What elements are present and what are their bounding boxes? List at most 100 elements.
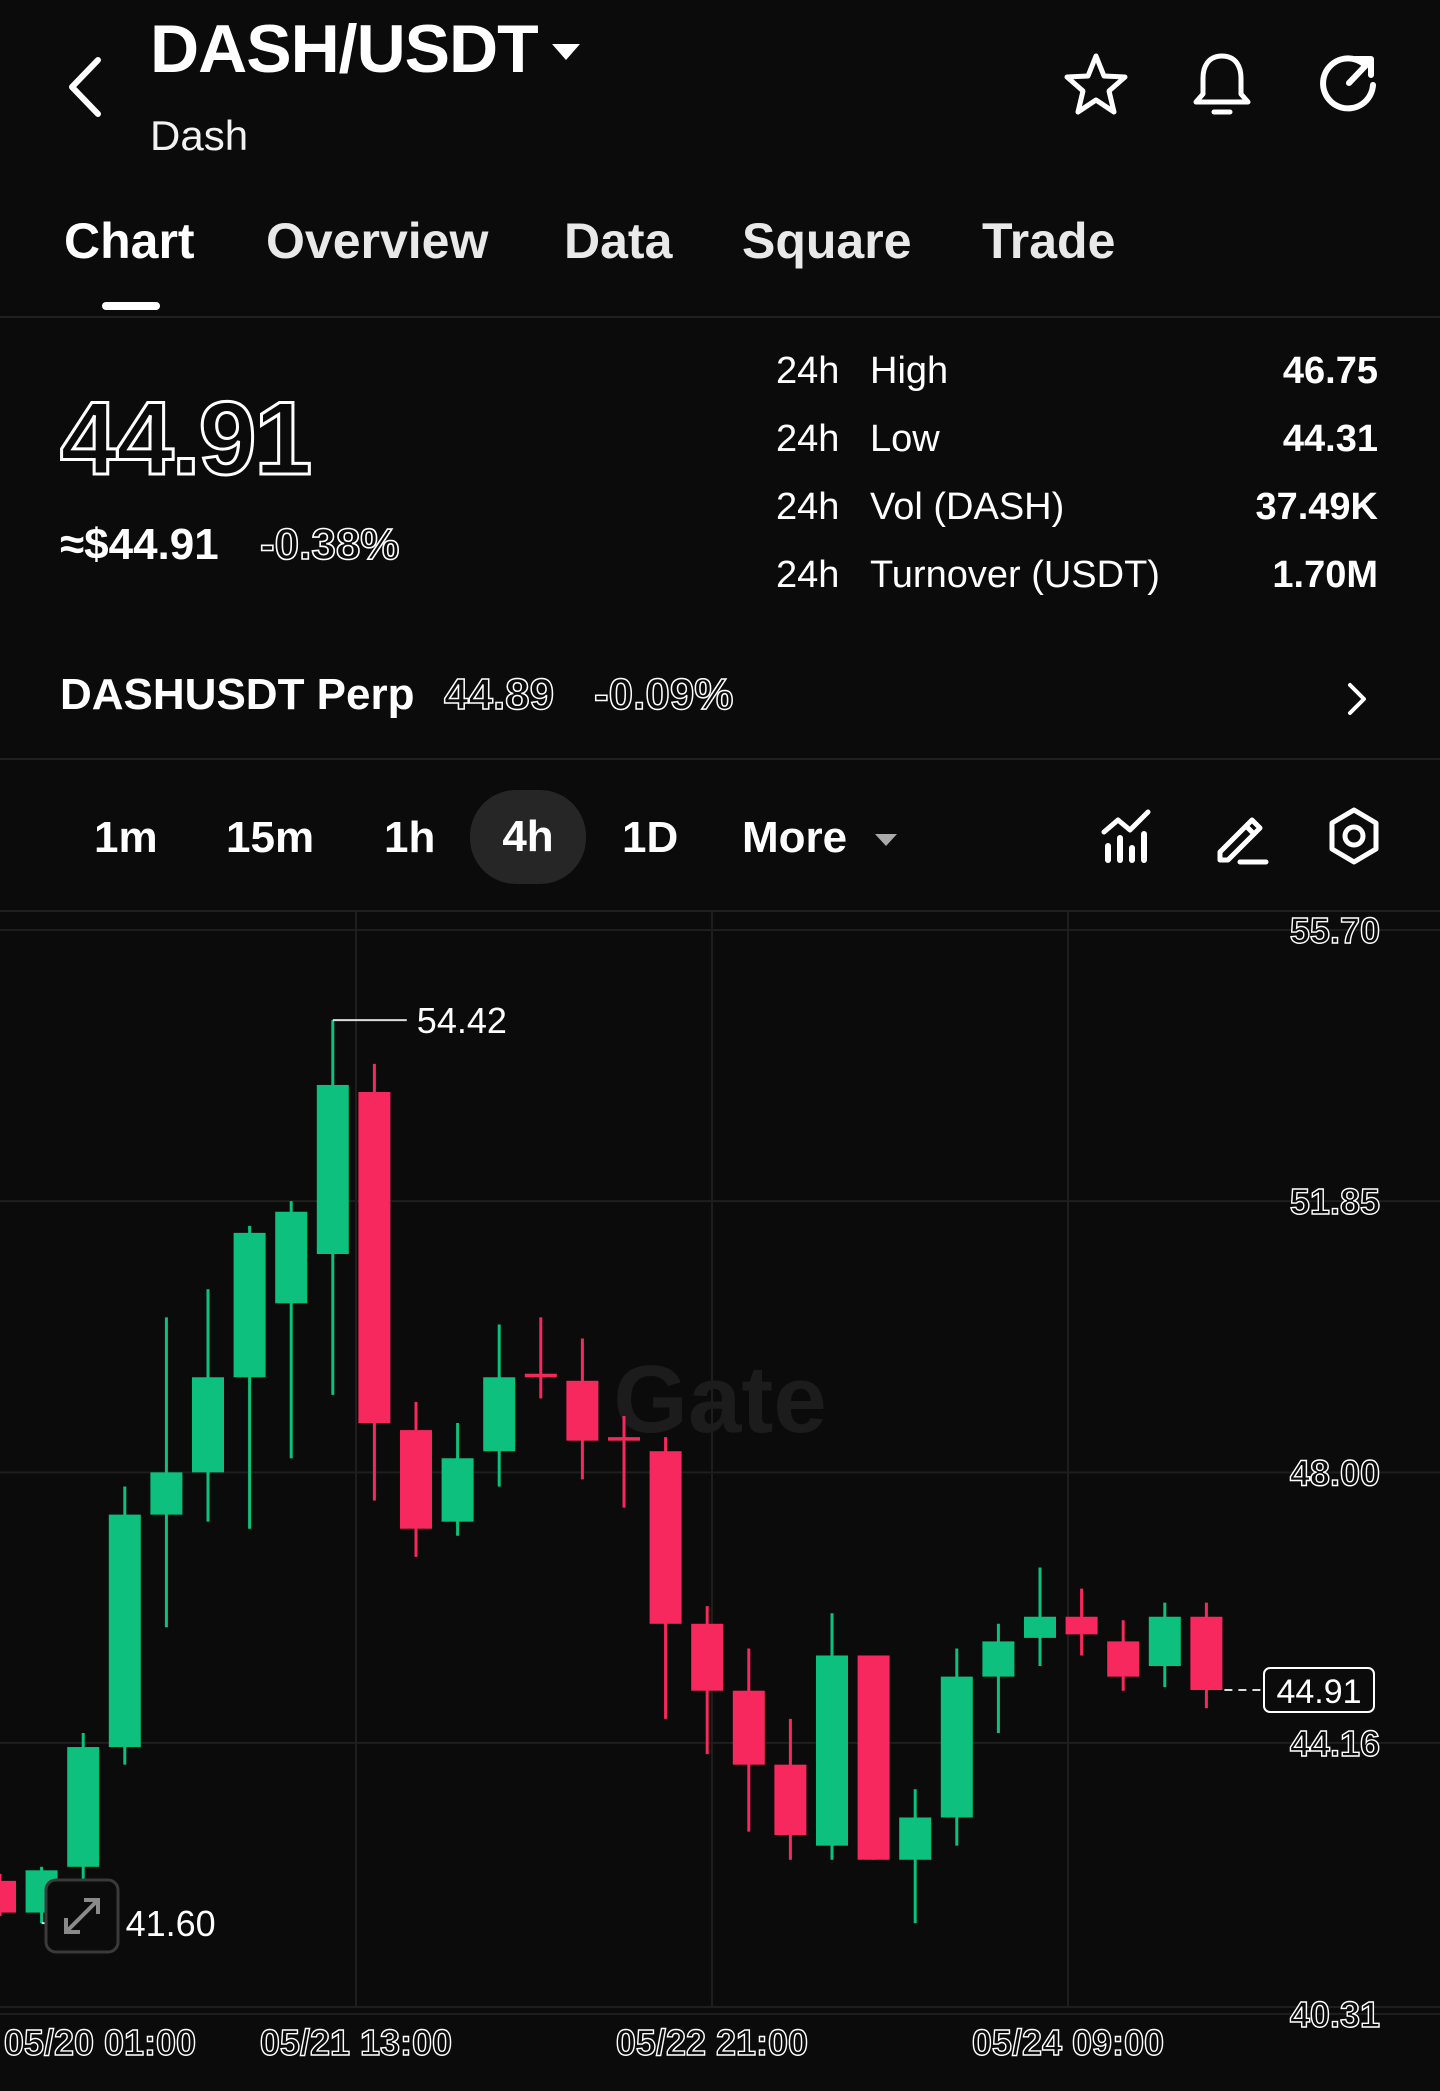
candle — [67, 1732, 100, 1888]
y-tick-label: 51.85 — [1290, 1181, 1380, 1222]
candle — [275, 1201, 308, 1459]
divider — [0, 758, 1440, 760]
candle-body — [233, 1232, 266, 1378]
candle — [649, 1437, 682, 1719]
candle — [732, 1648, 765, 1832]
main-tabs: Chart Overview Data Square Trade — [0, 200, 1440, 318]
interval-15m[interactable]: 15m — [226, 808, 314, 868]
candle — [358, 1063, 391, 1501]
candle — [316, 1020, 349, 1395]
pair-title[interactable]: DASH/USDT — [150, 10, 539, 88]
back-chevron-icon[interactable] — [62, 52, 112, 127]
x-tick-label: 05/21 13:00 — [260, 2022, 452, 2063]
candle — [441, 1423, 474, 1536]
candle — [1065, 1588, 1098, 1656]
x-axis: 05/20 01:00 05/21 13:00 05/22 21:00 05/24 0… — [3, 2021, 1165, 2063]
bell-icon[interactable] — [1186, 48, 1258, 120]
settings-hexagon-icon[interactable] — [1322, 804, 1386, 868]
caret-down-icon — [875, 834, 898, 847]
candle — [1024, 1567, 1056, 1667]
candle — [233, 1225, 266, 1529]
candle-body — [649, 1451, 682, 1624]
y-tick-label: 44.16 — [1290, 1723, 1380, 1764]
interval-1m[interactable]: 1m — [94, 808, 158, 868]
candle-body — [1065, 1616, 1098, 1635]
perp-change: -0.09% — [593, 669, 734, 720]
candle-body — [275, 1211, 308, 1304]
candle — [1190, 1602, 1223, 1709]
candlestick-chart[interactable]: Gate 54.42 41.60 44.91 55.70 51.85 48.00 44.1… — [0, 912, 1440, 2091]
candle — [483, 1324, 516, 1487]
x-tick-label: 05/20 01:00 — [4, 2022, 196, 2063]
candle-body — [524, 1373, 557, 1378]
candle-body — [316, 1084, 349, 1255]
candle-body — [608, 1437, 640, 1441]
candle — [857, 1655, 890, 1860]
stat-row-volume: 24h Vol (DASH) 37.49K — [776, 486, 1378, 528]
perp-price: 44.89 — [443, 669, 555, 720]
candle-body — [400, 1430, 432, 1529]
tab-data[interactable]: Data — [564, 212, 672, 270]
pair-name: Dash — [150, 112, 249, 159]
interval-4h[interactable]: 4h — [470, 790, 586, 884]
candle-body — [108, 1514, 141, 1748]
candle — [0, 1873, 16, 1917]
candle — [1148, 1602, 1181, 1688]
candle-body — [899, 1817, 932, 1860]
y-tick-label: 40.31 — [1290, 1994, 1380, 2035]
candle-body — [67, 1747, 100, 1867]
candle-body — [566, 1380, 599, 1441]
candle-body — [940, 1676, 973, 1818]
candle — [899, 1789, 932, 1924]
candle — [150, 1317, 183, 1628]
candle — [774, 1718, 807, 1860]
draw-pen-icon[interactable] — [1210, 804, 1274, 868]
chevron-right-icon[interactable] — [1345, 680, 1369, 723]
candle-body — [732, 1690, 765, 1765]
price-change-percent: -0.38% — [259, 519, 400, 570]
candle — [816, 1613, 848, 1860]
tab-trade[interactable]: Trade — [982, 212, 1115, 270]
x-tick-label: 05/22 21:00 — [616, 2022, 808, 2063]
perp-name[interactable]: DASHUSDT Perp — [60, 670, 415, 720]
candle-body — [483, 1377, 516, 1452]
indicators-icon[interactable] — [1096, 804, 1160, 868]
candle-body — [1148, 1616, 1181, 1667]
candle — [108, 1486, 141, 1765]
candle-body — [1024, 1616, 1056, 1638]
candle-body — [150, 1472, 183, 1515]
y-tick-label: 55.70 — [1290, 912, 1380, 951]
candle — [192, 1289, 224, 1522]
candle — [940, 1648, 973, 1846]
low-price-label: 41.60 — [126, 1903, 216, 1944]
candle — [524, 1317, 557, 1399]
y-axis: 55.70 51.85 48.00 44.16 40.31 — [1289, 912, 1380, 2036]
watermark-logo: Gate — [613, 1346, 826, 1453]
interval-1d[interactable]: 1D — [622, 808, 678, 868]
expand-button[interactable] — [44, 1878, 120, 1954]
interval-more[interactable]: More — [742, 808, 899, 868]
candle-body — [774, 1764, 807, 1836]
tab-square[interactable]: Square — [742, 212, 912, 270]
candle-body — [441, 1458, 474, 1522]
stat-row-high: 24h High 46.75 — [776, 350, 1378, 392]
tab-overview[interactable]: Overview — [266, 212, 488, 270]
candle-body — [857, 1655, 890, 1860]
candle — [1107, 1620, 1140, 1691]
x-tick-label: 05/24 09:00 — [972, 2022, 1164, 2063]
candle — [691, 1606, 724, 1755]
candle-body — [358, 1092, 391, 1424]
caret-down-icon[interactable] — [548, 40, 584, 69]
approx-usd-price: ≈$44.91 — [60, 520, 219, 569]
candle-body — [1107, 1641, 1140, 1677]
stat-row-low: 24h Low 44.31 — [776, 418, 1378, 460]
candle — [566, 1338, 599, 1480]
interval-1h[interactable]: 1h — [384, 808, 435, 868]
stat-row-turnover: 24h Turnover (USDT) 1.70M — [776, 554, 1378, 596]
candle — [982, 1623, 1015, 1733]
last-price-label: 44.91 — [1276, 1673, 1361, 1711]
star-icon[interactable] — [1060, 48, 1132, 120]
candle-body — [192, 1377, 224, 1473]
share-icon[interactable] — [1312, 48, 1384, 120]
tab-chart[interactable]: Chart — [64, 212, 195, 270]
